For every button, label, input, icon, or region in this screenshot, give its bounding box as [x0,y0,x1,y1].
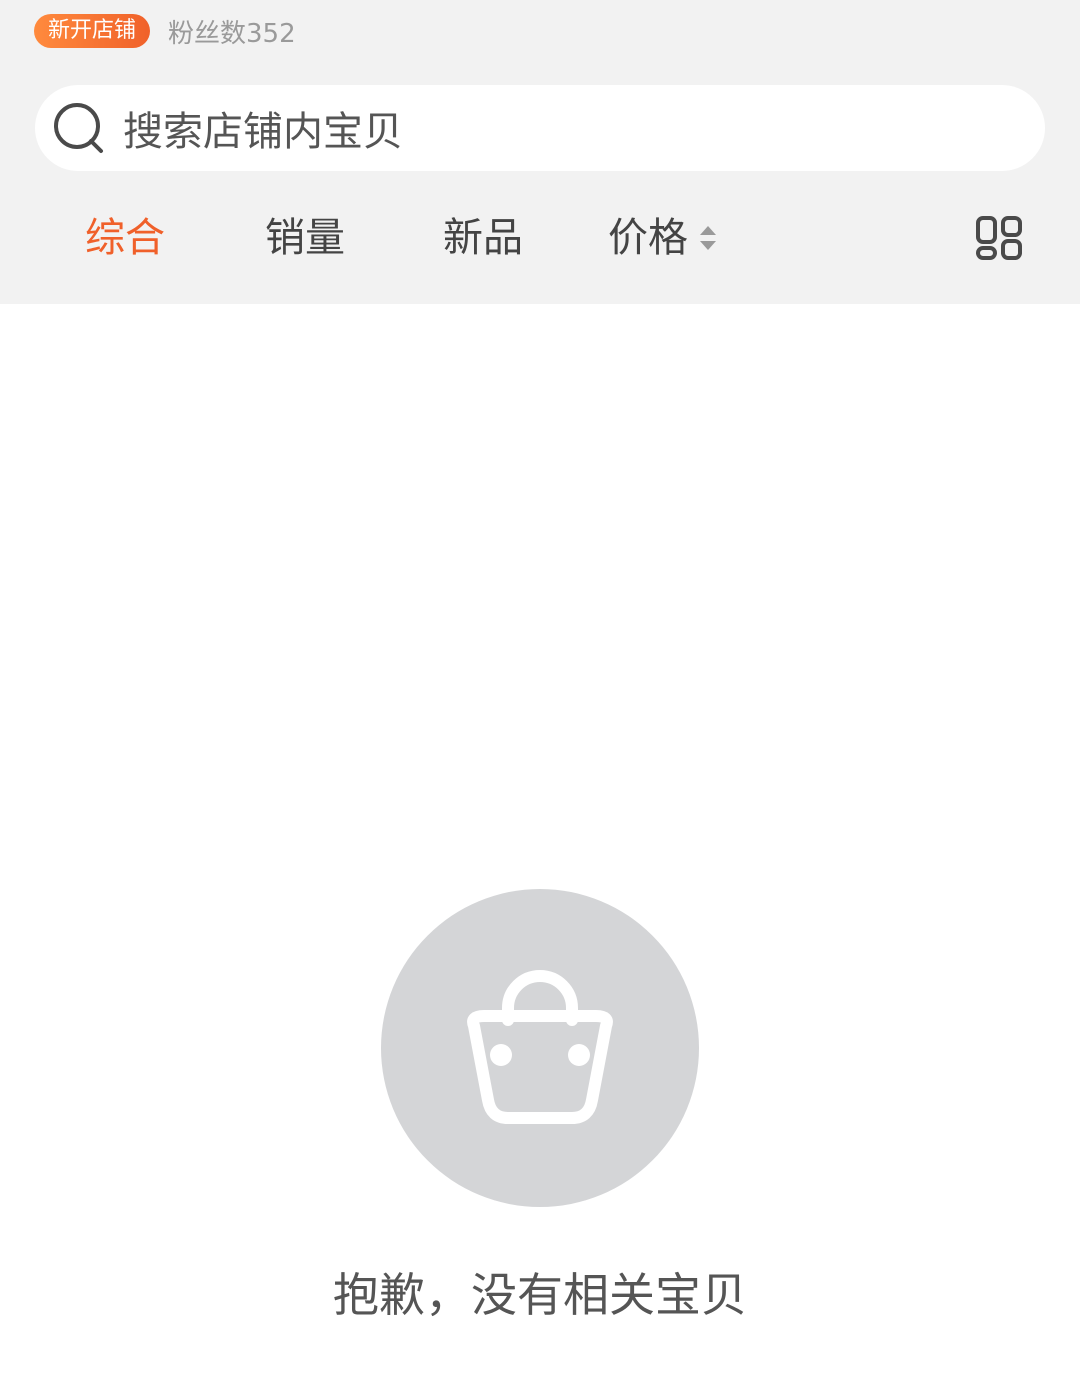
shop-header: 新开店铺 粉丝数352 搜索店铺内宝贝 综合 销量 新品 价格 [0,0,1080,304]
sort-arrows-icon [700,226,716,250]
grid-view-icon [976,216,1022,260]
fans-count: 粉丝数352 [168,18,296,49]
sort-tab-price[interactable]: 价格 [608,200,718,276]
shopping-bag-icon [467,970,613,1124]
empty-state-message: 抱歉，没有相关宝贝 [333,1268,747,1322]
sort-tab-label: 销量 [265,215,345,261]
sort-tab-label: 新品 [443,215,523,261]
sort-tab-label: 综合 [85,215,165,261]
sort-tab-sales[interactable]: 销量 [265,200,345,276]
sort-tab-label: 价格 [608,215,688,261]
search-icon [51,100,107,156]
empty-state-circle [381,889,699,1207]
sort-bar: 综合 销量 新品 价格 [0,200,1080,276]
new-shop-badge: 新开店铺 [34,14,151,48]
search-input[interactable]: 搜索店铺内宝贝 [35,85,1045,171]
search-placeholder: 搜索店铺内宝贝 [123,109,403,155]
sort-tab-new[interactable]: 新品 [443,200,523,276]
grid-view-toggle[interactable] [976,216,1022,260]
shop-info-row: 新开店铺 粉丝数352 [34,13,296,49]
sort-tab-comprehensive[interactable]: 综合 [85,200,165,276]
